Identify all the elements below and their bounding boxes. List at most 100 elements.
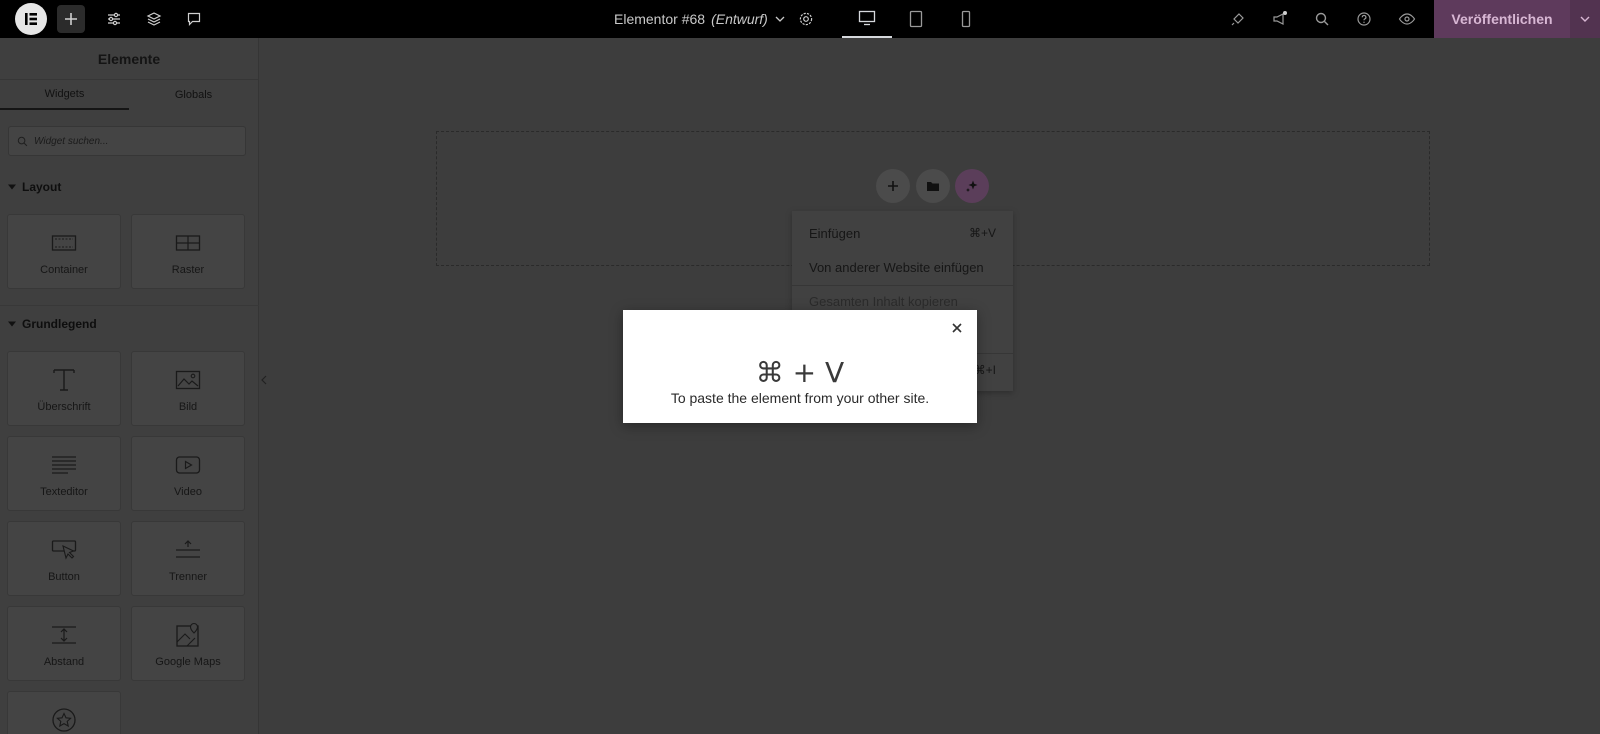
desktop-view-button[interactable] — [842, 0, 892, 38]
tab-globals[interactable]: Globals — [129, 80, 258, 110]
panel-tabs: Widgets Globals — [0, 80, 259, 110]
menu-item-shortcut: ⌘+I — [973, 363, 996, 377]
elementor-logo-icon[interactable] — [15, 3, 47, 35]
chevron-left-icon — [261, 375, 267, 385]
widget-google-maps[interactable]: Google Maps — [131, 606, 245, 681]
add-element-button[interactable] — [57, 5, 85, 33]
sliders-icon — [108, 12, 120, 26]
eye-icon — [1398, 13, 1416, 25]
button-icon — [51, 535, 77, 565]
widget-video[interactable]: Video — [131, 436, 245, 511]
menu-item-shortcut: ⌘+V — [968, 226, 996, 240]
plus-icon — [65, 13, 77, 25]
mobile-icon — [961, 10, 971, 28]
close-button[interactable] — [949, 320, 965, 336]
ai-build-button[interactable] — [955, 169, 989, 203]
document-status: (Entwurf) — [711, 11, 768, 27]
mobile-view-button[interactable] — [954, 0, 978, 38]
widget-heading[interactable]: Überschrift — [7, 351, 121, 426]
widget-label: Video — [174, 486, 202, 498]
tablet-view-button[interactable] — [904, 0, 928, 38]
caret-down-icon — [8, 184, 16, 190]
add-section-button[interactable] — [876, 169, 910, 203]
widget-label: Google Maps — [155, 656, 221, 668]
integrations-button[interactable] — [1226, 0, 1250, 38]
help-button[interactable] — [1352, 0, 1376, 38]
desktop-icon — [858, 10, 876, 26]
chevron-down-icon — [775, 16, 785, 22]
divider-icon — [175, 535, 201, 565]
paste-info-dialog: ⌘ + V To paste the element from your oth… — [623, 310, 977, 423]
preview-button[interactable] — [1395, 0, 1419, 38]
widget-label: Überschrift — [37, 401, 91, 413]
structure-button[interactable] — [142, 0, 166, 38]
comment-icon — [187, 12, 201, 26]
document-name: Elementor #68 — [614, 11, 706, 27]
section-divider — [0, 305, 259, 306]
gear-icon — [799, 12, 813, 26]
image-icon — [175, 365, 201, 395]
section-layout-header[interactable]: Layout — [8, 180, 61, 194]
widget-label: Bild — [178, 401, 198, 413]
widget-label: Raster — [171, 264, 205, 276]
widget-search — [8, 126, 246, 156]
document-title[interactable]: Elementor #68 (Entwurf) — [614, 0, 786, 38]
add-template-button[interactable] — [916, 169, 950, 203]
top-bar: Elementor #68 (Entwurf) Veröffentlichen — [0, 0, 1600, 38]
widget-container[interactable]: Container — [7, 214, 121, 289]
google-maps-icon — [175, 620, 201, 650]
caret-down-icon — [8, 321, 16, 327]
menu-item-paste-from-other-site[interactable]: Von anderer Website einfügen — [809, 260, 984, 275]
star-icon — [51, 705, 77, 734]
section-title: Grundlegend — [22, 317, 97, 331]
widget-spacer[interactable]: Abstand — [7, 606, 121, 681]
menu-item-copy-all-content: Gesamten Inhalt kopieren — [809, 294, 958, 309]
tab-widgets[interactable]: Widgets — [0, 80, 129, 110]
widget-label: Button — [48, 571, 80, 583]
plug-icon — [1231, 13, 1244, 26]
container-icon — [51, 228, 77, 258]
widget-image[interactable]: Bild — [131, 351, 245, 426]
search-button[interactable] — [1310, 0, 1334, 38]
section-grundlegend-header[interactable]: Grundlegend — [8, 317, 97, 331]
chevron-down-icon — [1580, 16, 1590, 22]
layers-icon — [146, 12, 162, 26]
folder-icon — [927, 182, 939, 191]
tablet-icon — [909, 10, 923, 28]
spacer-icon — [51, 620, 77, 650]
widget-label: Trenner — [168, 571, 208, 583]
publish-options-button[interactable] — [1570, 0, 1600, 38]
widget-label: Abstand — [43, 656, 85, 668]
page-settings-button[interactable] — [794, 0, 818, 38]
grid-icon — [175, 228, 201, 258]
whats-new-button[interactable] — [1268, 0, 1292, 38]
publish-button[interactable]: Veröffentlichen — [1434, 0, 1570, 38]
widget-label: Container — [40, 264, 88, 276]
menu-separator — [792, 285, 1013, 286]
megaphone-icon — [1273, 11, 1287, 25]
widget-search-input[interactable] — [34, 135, 224, 147]
widget-raster[interactable]: Raster — [131, 214, 245, 289]
section-title: Layout — [22, 180, 62, 194]
widget-divider[interactable]: Trenner — [131, 521, 245, 596]
site-settings-button[interactable] — [102, 0, 126, 38]
panel-collapse-handle[interactable] — [259, 370, 269, 390]
plus-icon — [888, 181, 898, 191]
notes-button[interactable] — [182, 0, 206, 38]
video-icon — [175, 450, 201, 480]
text-editor-icon — [51, 450, 77, 480]
panel-title: Elemente — [0, 38, 258, 80]
close-icon — [952, 323, 962, 333]
search-icon — [17, 136, 28, 146]
dialog-message: To paste the element from your other sit… — [670, 390, 930, 406]
sparkle-icon — [966, 180, 978, 192]
widget-button[interactable]: Button — [7, 521, 121, 596]
search-icon — [1315, 12, 1329, 26]
widget-icon[interactable] — [7, 691, 121, 734]
elements-panel: Elemente Widgets Globals Layout Containe… — [0, 38, 259, 734]
widget-label: Texteditor — [40, 486, 88, 498]
dialog-heading: ⌘ + V — [755, 356, 845, 389]
menu-item-paste[interactable]: Einfügen — [809, 226, 860, 241]
widget-text-editor[interactable]: Texteditor — [7, 436, 121, 511]
heading-icon — [52, 365, 76, 395]
